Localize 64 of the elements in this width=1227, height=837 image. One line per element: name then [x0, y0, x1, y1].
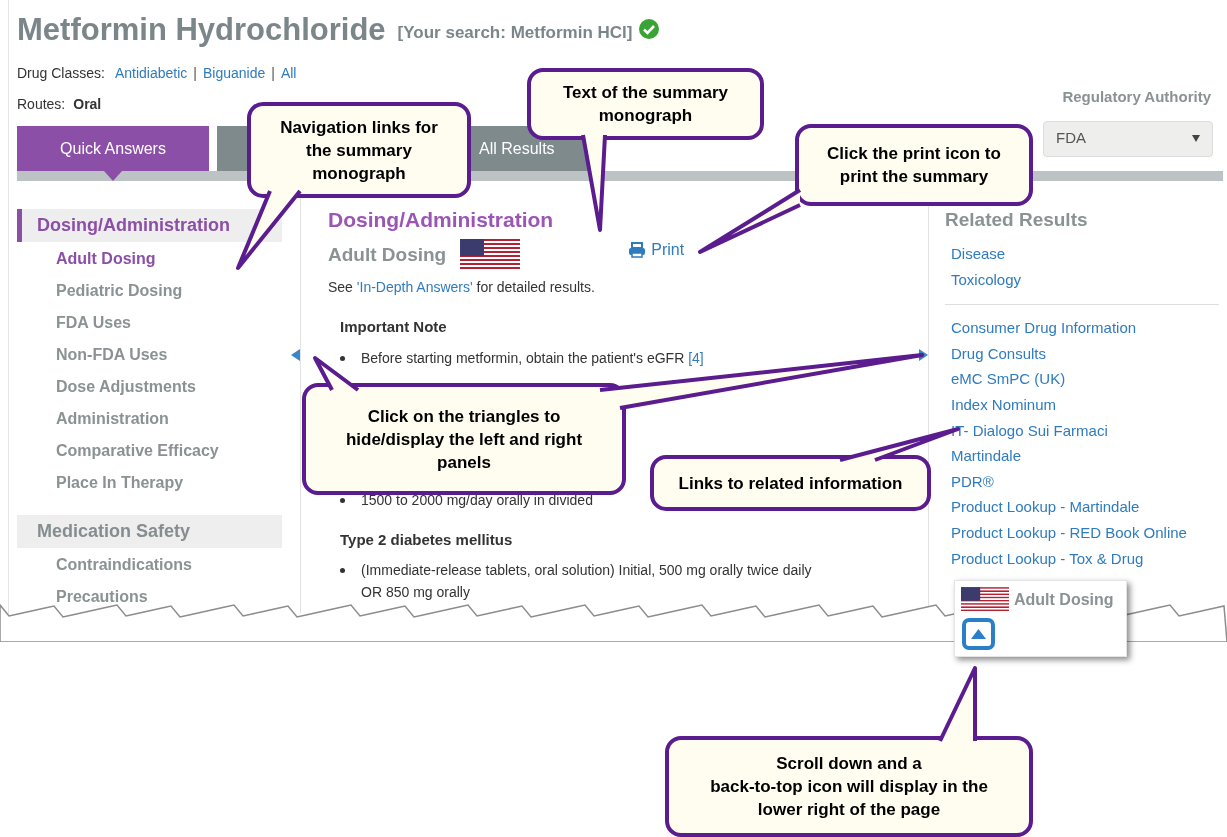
callout: Click on the triangles to hide/display the left and right panels	[302, 383, 626, 495]
callout-pointer	[313, 356, 360, 392]
callout: Scroll down and a back-to-top icon will display in the lower right of the page	[665, 736, 1033, 837]
printer-icon	[628, 242, 647, 258]
page-title: Metformin Hydrochloride	[17, 12, 386, 48]
sidebar-item[interactable]: Comparative Efficacy	[56, 435, 282, 467]
flag-icon	[460, 239, 521, 271]
drug-classes-label: Drug Classes:	[17, 63, 105, 83]
sidebar-item[interactable]: Dose Adjustments	[56, 371, 282, 403]
sidebar-item[interactable]: Contraindications	[56, 549, 282, 581]
check-icon	[638, 18, 661, 40]
authority-dropdown[interactable]: FDA	[1043, 120, 1213, 157]
drug-class-link[interactable]: Biguanide	[202, 62, 266, 84]
route-value: Oral	[73, 94, 102, 114]
sidebar-item[interactable]: Adult Dosing	[56, 243, 282, 275]
related-link[interactable]: Drug Consults	[945, 340, 1219, 367]
caret-icon	[1192, 135, 1200, 142]
block-title: Important Note	[340, 317, 448, 337]
related-link[interactable]: Toxicology	[945, 266, 1219, 293]
related-link[interactable]: eMC SmPC (UK)	[945, 366, 1219, 392]
callout: Text of the summary monograph	[527, 68, 764, 140]
section-heading: Dosing/Administration	[328, 207, 555, 233]
section-header[interactable]: Dosing/Administration	[17, 209, 282, 242]
sidebar-item[interactable]: Non-FDA Uses	[56, 339, 282, 371]
in-depth-link[interactable]: 'In-Depth Answers'	[356, 279, 473, 295]
bullet-icon	[340, 355, 345, 361]
bullet-text: Before starting metformin, obtain the patient's eGFR [4]	[361, 348, 704, 368]
collapse-left-icon[interactable]	[291, 349, 300, 361]
related-heading: Related Results	[945, 208, 1089, 232]
reference-link[interactable]: [4]	[688, 349, 704, 366]
sidebar-item[interactable]: Place In Therapy	[56, 467, 282, 499]
related-link[interactable]: Consumer Drug Information	[945, 315, 1219, 341]
see-sentence: See 'In-Depth Answers' for detailed results.	[328, 278, 596, 297]
related-link[interactable]: Disease	[945, 241, 1219, 267]
regulatory-authority-label: Regulatory Authority	[1061, 87, 1212, 107]
bullet-icon	[340, 497, 345, 503]
drug-class-link[interactable]: All	[280, 62, 297, 84]
bullet-text: (Immediate-release tablets, oral solution) Initial, 500 mg orally twice daily OR 850 mg orally	[361, 561, 813, 602]
sidebar-item[interactable]: FDA Uses	[56, 307, 282, 339]
collapse-right-icon[interactable]	[919, 349, 928, 361]
separator: |	[271, 63, 275, 83]
related-link[interactable]: Product Lookup - Tox & Drug	[945, 545, 1219, 572]
related-link[interactable]: Product Lookup - Martindale	[945, 494, 1219, 520]
bullet-icon	[340, 568, 345, 573]
tab[interactable]: Quick Answers	[17, 126, 209, 171]
related-link[interactable]: PDR®	[945, 468, 1219, 495]
search-note: [Your search: Metformin HCl]	[397, 21, 633, 44]
sidebar-item[interactable]: Pediatric Dosing	[56, 275, 282, 307]
print-link[interactable]: Print	[628, 238, 685, 262]
panel-label: Adult Dosing	[1014, 590, 1114, 610]
sidebar-item[interactable]: Precautions	[56, 581, 282, 613]
flag-icon	[961, 587, 1009, 613]
subheading: Adult Dosing	[328, 242, 447, 267]
drug-class-link[interactable]: Antidiabetic	[114, 62, 188, 84]
sidebar-item[interactable]: Administration	[56, 403, 282, 435]
related-link[interactable]: Product Lookup - RED Book Online	[945, 519, 1219, 546]
section-header[interactable]: Medication Safety	[17, 515, 282, 548]
separator: |	[193, 63, 197, 83]
callout: Click the print icon to print the summary	[795, 124, 1033, 206]
routes-label: Routes:	[17, 94, 66, 114]
related-link[interactable]: Index Nominum	[945, 391, 1219, 418]
related-link[interactable]: Martindale	[945, 443, 1219, 469]
block-title: Type 2 diabetes mellitus	[340, 529, 514, 550]
back-to-top-icon[interactable]	[962, 618, 995, 650]
